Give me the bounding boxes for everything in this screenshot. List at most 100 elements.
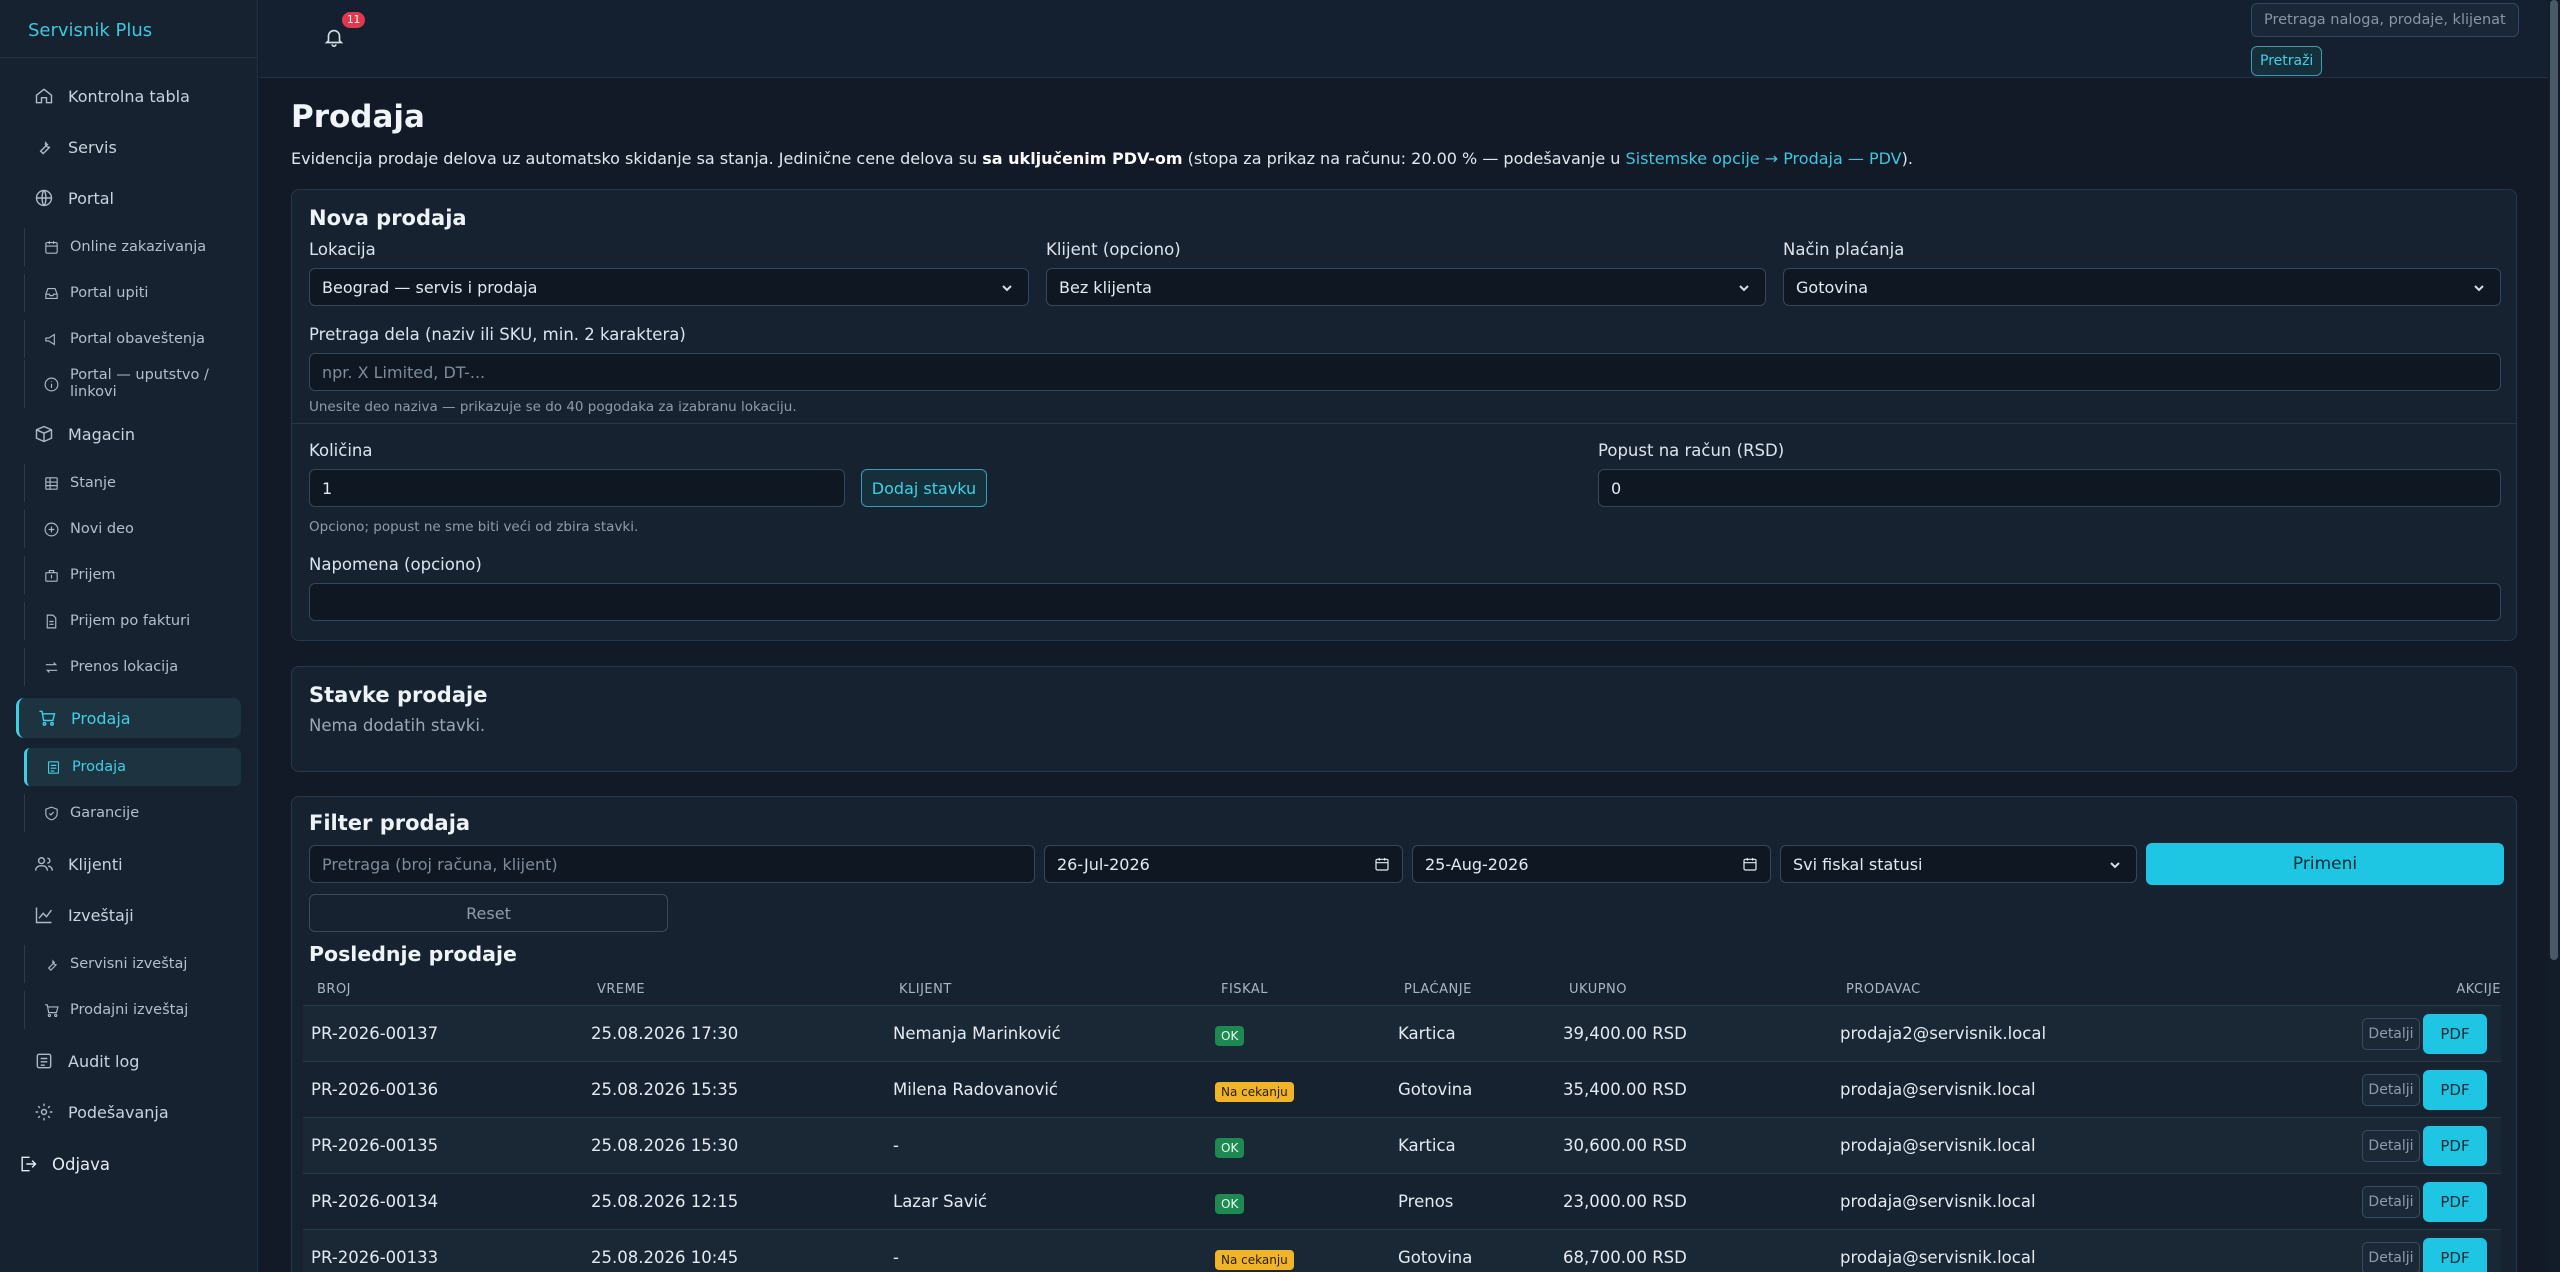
chevron-down-icon <box>2108 857 2122 871</box>
discount-input[interactable]: 0 <box>1598 469 2501 507</box>
plus-circle-icon <box>44 522 59 536</box>
globe-icon <box>35 189 53 207</box>
sidebar-item-portal-uputstvo[interactable]: Portal — uputstvo / linkovi <box>24 360 241 408</box>
sidebar-item-portal-upiti[interactable]: Portal upiti <box>24 274 241 312</box>
sidebar-item-label: Klijenti <box>68 854 123 874</box>
sale-total: 35,400.00 RSD <box>1563 1080 1687 1099</box>
pdf-button[interactable]: PDF <box>2423 1238 2487 1272</box>
scrollbar-thumb[interactable] <box>2550 0 2558 960</box>
fiscal-status-badge: OK <box>1215 1138 1245 1158</box>
pdf-button[interactable]: PDF <box>2423 1014 2487 1054</box>
sale-time: 25.08.2026 17:30 <box>591 1024 739 1043</box>
receipt-icon <box>47 760 60 774</box>
logout-icon <box>21 1156 37 1172</box>
sale-number: PR-2026-00137 <box>311 1024 439 1043</box>
sidebar-item-garancije[interactable]: Garancije <box>24 794 241 832</box>
sidebar-item-label: Prodaja <box>72 759 127 775</box>
page-intro: Evidencija prodaje delova uz automatsko … <box>291 149 1913 168</box>
sidebar-item-kontrolna-tabla[interactable]: Kontrolna tabla <box>16 76 241 116</box>
sidebar-item-servisni-izvestaj[interactable]: Servisni izveštaj <box>24 945 241 983</box>
sidebar-item-label: Garancije <box>70 805 140 821</box>
new-sale-title: Nova prodaja <box>309 206 467 230</box>
qty-input[interactable]: 1 <box>309 469 845 507</box>
page-scrollbar[interactable] <box>2548 0 2560 1272</box>
sale-payment: Gotovina <box>1398 1080 1473 1099</box>
filter-title: Filter prodaja <box>309 811 471 835</box>
calendar-icon[interactable] <box>1742 856 1758 872</box>
client-label: Klijent (opciono) <box>1046 240 1181 259</box>
fiscal-status-badge: Na cekanju <box>1215 1250 1294 1270</box>
recent-sales-title: Poslednje prodaje <box>309 942 517 966</box>
date-from-input[interactable]: 26-Jul-2026 <box>1044 845 1403 883</box>
global-search-input[interactable] <box>2251 3 2519 37</box>
date-from-value: 26-Jul-2026 <box>1057 854 1150 874</box>
pdf-button[interactable]: PDF <box>2423 1070 2487 1110</box>
fiscal-status-value: Svi fiskal statusi <box>1793 854 1923 874</box>
sidebar-item-servis[interactable]: Servis <box>16 127 241 167</box>
payment-select[interactable]: Gotovina <box>1783 268 2501 306</box>
sidebar-item-audit-log[interactable]: Audit log <box>16 1041 241 1081</box>
add-item-button[interactable]: Dodaj stavku <box>861 469 987 507</box>
sidebar-item-prijem[interactable]: Prijem <box>24 556 241 594</box>
sidebar-item-label: Online zakazivanja <box>70 239 207 255</box>
sidebar-item-online-zakazivanja[interactable]: Online zakazivanja <box>24 228 241 266</box>
sidebar-item-izvestaji[interactable]: Izveštaji <box>16 895 241 935</box>
notification-badge: 11 <box>342 12 366 28</box>
sidebar-item-portal-obavestenja[interactable]: Portal obaveštenja <box>24 320 241 358</box>
brand-logo[interactable]: Servisnik Plus <box>0 0 257 58</box>
sidebar-item-prodaja[interactable]: Prodaja <box>16 698 241 738</box>
global-search-button[interactable]: Pretraži <box>2251 46 2323 76</box>
file-icon <box>46 614 57 628</box>
transfer-icon <box>45 661 58 673</box>
details-button[interactable]: Detalji <box>2362 1074 2420 1106</box>
notification-bell[interactable] <box>323 26 347 50</box>
calendar-icon <box>45 240 58 254</box>
calendar-icon[interactable] <box>1374 856 1390 872</box>
settings-link[interactable]: Sistemske opcije → Prodaja — PDV <box>1626 149 1902 168</box>
sidebar-item-magacin[interactable]: Magacin <box>16 414 241 454</box>
sidebar-item-stanje[interactable]: Stanje <box>24 464 241 502</box>
sidebar-item-portal[interactable]: Portal <box>16 178 241 218</box>
part-search-input[interactable]: npr. X Limited, DT-... <box>309 353 2501 391</box>
client-select[interactable]: Bez klijenta <box>1046 268 1766 306</box>
details-button[interactable]: Detalji <box>2362 1018 2420 1050</box>
sidebar-item-odjava[interactable]: Odjava <box>0 1144 241 1184</box>
details-button[interactable]: Detalji <box>2362 1186 2420 1218</box>
sidebar-item-podesavanja[interactable]: Podešavanja <box>16 1092 241 1132</box>
sale-client: Nemanja Marinković <box>893 1024 1061 1043</box>
location-select[interactable]: Beograd — servis i prodaja <box>309 268 1029 306</box>
sidebar-item-prenos-lokacija[interactable]: Prenos lokacija <box>24 648 241 686</box>
sidebar-item-label: Portal <box>68 188 114 208</box>
pdf-button[interactable]: PDF <box>2423 1126 2487 1166</box>
details-button[interactable]: Detalji <box>2362 1242 2420 1272</box>
note-input[interactable] <box>309 583 2501 621</box>
pdf-button[interactable]: PDF <box>2423 1182 2487 1222</box>
sale-seller: prodaja@servisnik.local <box>1840 1080 2036 1099</box>
topbar: 11 Pretraži <box>259 0 2560 78</box>
sidebar-item-klijenti[interactable]: Klijenti <box>16 844 241 884</box>
inbox-icon <box>45 287 58 299</box>
payment-label: Način plaćanja <box>1783 240 1905 259</box>
sidebar: Servisnik Plus Kontrolna tabla Servis Po… <box>0 0 258 1272</box>
chevron-down-icon <box>1737 280 1751 294</box>
filter-search-input[interactable]: Pretraga (broj računa, klijent) <box>309 845 1035 883</box>
col-header: PLAĆANJE <box>1404 982 1472 997</box>
sidebar-item-label: Odjava <box>52 1154 111 1174</box>
discount-label: Popust na račun (RSD) <box>1598 441 1785 460</box>
wrench-icon <box>39 140 51 155</box>
fiscal-status-select[interactable]: Svi fiskal statusi <box>1780 845 2137 883</box>
table-row: PR-2026-00133 25.08.2026 10:45 - Na ceka… <box>303 1229 2501 1272</box>
chevron-down-icon <box>2472 280 2486 294</box>
sale-items-card: Stavke prodaje Nema dodatih stavki. <box>291 666 2517 772</box>
sidebar-item-novi-deo[interactable]: Novi deo <box>24 510 241 548</box>
sale-seller: prodaja2@servisnik.local <box>1840 1024 2047 1043</box>
sidebar-item-prijem-po-fakturi[interactable]: Prijem po fakturi <box>24 602 241 640</box>
sidebar-item-label: Portal — uputstvo / linkovi <box>70 367 209 400</box>
date-to-input[interactable]: 25-Aug-2026 <box>1412 845 1771 883</box>
apply-filter-button[interactable]: Primeni <box>2146 843 2504 885</box>
sale-total: 30,600.00 RSD <box>1563 1136 1687 1155</box>
sidebar-item-prodaja-sub[interactable]: Prodaja <box>24 748 241 786</box>
sidebar-item-prodajni-izvestaj[interactable]: Prodajni izveštaj <box>24 991 241 1029</box>
reset-filter-button[interactable]: Reset <box>309 894 668 932</box>
details-button[interactable]: Detalji <box>2362 1130 2420 1162</box>
